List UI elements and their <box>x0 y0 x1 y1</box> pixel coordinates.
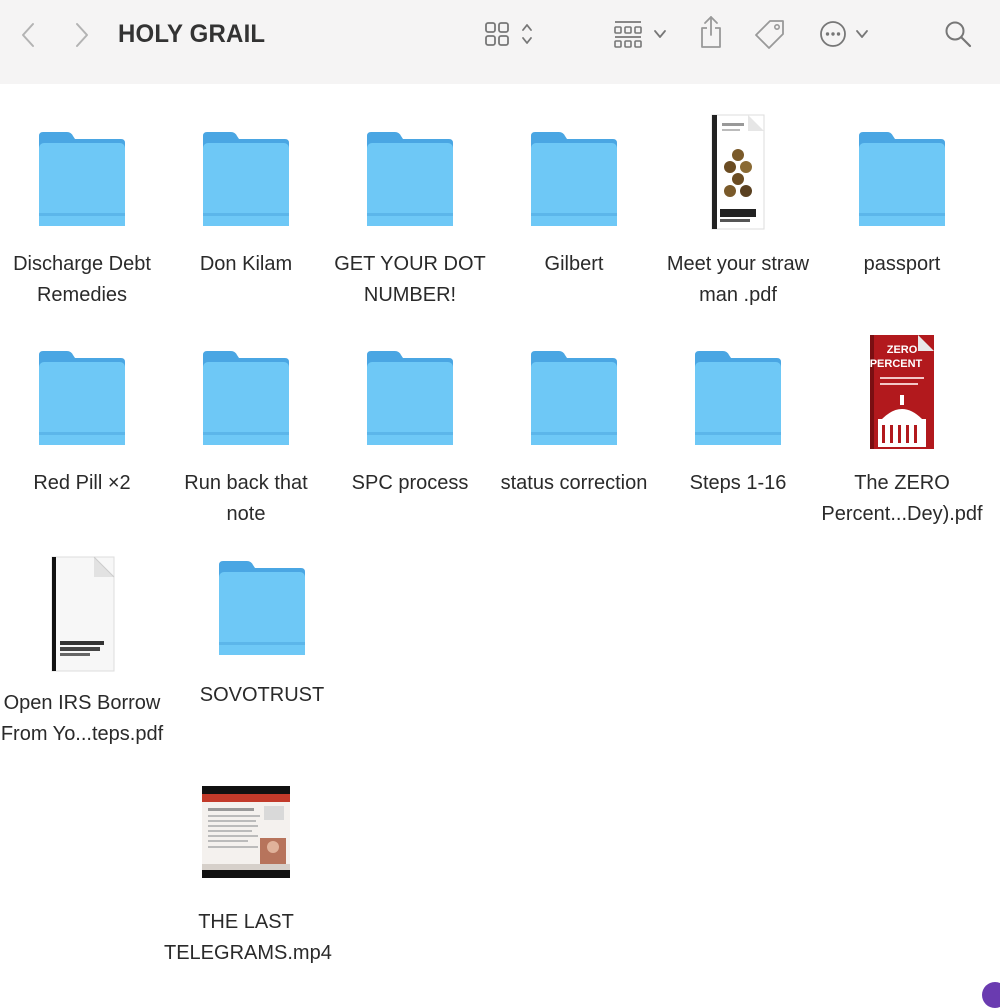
item-label-line1: Red Pill ×2 <box>33 472 131 494</box>
chevron-down-icon <box>654 30 666 38</box>
file-item[interactable]: THE LAST TELEGRAMS.mp4 <box>164 780 332 980</box>
file-item[interactable]: Red Pill ×2 <box>0 337 164 537</box>
folder-icon <box>859 132 945 226</box>
item-label-line1: Open IRS Borrow <box>3 692 161 714</box>
item-label-line1: Gilbert <box>544 253 604 275</box>
file-item[interactable]: SPC process <box>328 337 492 537</box>
chevron-updown-icon <box>522 24 532 44</box>
folder-icon <box>367 351 453 445</box>
item-label-line1: status correction <box>500 472 648 494</box>
svg-text:PERCENT: PERCENT <box>870 358 923 370</box>
file-item[interactable]: Steps 1-16 <box>656 337 820 537</box>
item-label-line2: From Yo...teps.pdf <box>0 723 164 745</box>
folder-icon <box>203 132 289 226</box>
chevron-right-icon <box>76 23 88 47</box>
file-item[interactable]: Gilbert <box>492 118 656 318</box>
share-button[interactable] <box>694 10 728 54</box>
item-label-line2: Percent...Dey).pdf <box>821 503 983 525</box>
pdf-thumbnail: ZERO PERCENT <box>870 335 934 449</box>
forward-button[interactable] <box>68 18 96 52</box>
item-label-line1: passport <box>863 253 941 275</box>
folder-icon <box>203 351 289 445</box>
tag-icon <box>755 20 784 49</box>
file-item[interactable]: Discharge Debt Remedies <box>0 118 164 318</box>
file-item[interactable]: Don Kilam <box>164 118 328 318</box>
item-label-line1: THE LAST <box>198 911 294 933</box>
svg-text:ZERO: ZERO <box>887 344 918 356</box>
folder-icon <box>219 561 305 655</box>
file-item[interactable]: GET YOUR DOT NUMBER! <box>328 118 492 318</box>
item-label-line1: GET YOUR DOT <box>334 253 486 275</box>
more-actions-button[interactable] <box>814 14 874 54</box>
folder-icon <box>367 132 453 226</box>
group-by-icon <box>614 21 642 48</box>
search-button[interactable] <box>940 16 976 52</box>
item-label-line1: Don Kilam <box>199 253 293 275</box>
item-label-line2: note <box>226 503 266 525</box>
view-mode-button[interactable] <box>478 14 540 54</box>
item-label-line2: Remedies <box>36 284 128 306</box>
more-actions-icon <box>820 21 846 47</box>
folder-icon <box>531 132 617 226</box>
group-by-button[interactable] <box>608 14 672 54</box>
item-label-line1: SPC process <box>351 472 469 494</box>
file-item[interactable]: ZERO PERCENT The ZERO Percent...Dey).pdf <box>820 335 984 537</box>
item-label-line1: Run back that <box>184 472 308 494</box>
item-label-line1: Meet your straw <box>666 253 810 275</box>
file-item[interactable]: status correction <box>492 337 656 537</box>
item-label-line2: NUMBER! <box>363 284 457 306</box>
pdf-thumbnail <box>711 114 765 230</box>
window-corner-decoration <box>982 982 1000 1008</box>
folder-icon <box>531 351 617 445</box>
back-button[interactable] <box>14 18 42 52</box>
chevron-down-icon <box>856 30 868 38</box>
tags-button[interactable] <box>752 14 788 54</box>
share-icon <box>701 16 721 48</box>
file-item[interactable]: passport <box>820 118 984 318</box>
item-label-line1: The ZERO <box>854 472 950 494</box>
item-label-line2: man .pdf <box>699 284 777 306</box>
item-label-line1: Steps 1-16 <box>689 472 787 494</box>
chevron-left-icon <box>22 23 34 47</box>
pdf-thumbnail <box>51 556 115 672</box>
item-label-line2: TELEGRAMS.mp4 <box>164 942 332 964</box>
item-label-line1: Discharge Debt <box>13 253 151 275</box>
window-title: HOLY GRAIL <box>118 20 266 48</box>
search-icon <box>945 21 972 48</box>
item-label-line1: SOVOTRUST <box>199 684 325 706</box>
video-thumbnail <box>202 786 290 878</box>
folder-icon <box>695 351 781 445</box>
file-item[interactable]: Run back that note <box>164 337 328 537</box>
grid-view-icon <box>485 22 509 46</box>
folder-icon <box>39 132 125 226</box>
file-item[interactable]: Open IRS Borrow From Yo...teps.pdf <box>0 555 164 755</box>
folder-icon <box>39 351 125 445</box>
file-item[interactable]: Meet your straw man .pdf <box>656 114 820 318</box>
file-item[interactable]: SOVOTRUST <box>180 547 344 747</box>
toolbar: HOLY GRAIL <box>0 0 1000 84</box>
